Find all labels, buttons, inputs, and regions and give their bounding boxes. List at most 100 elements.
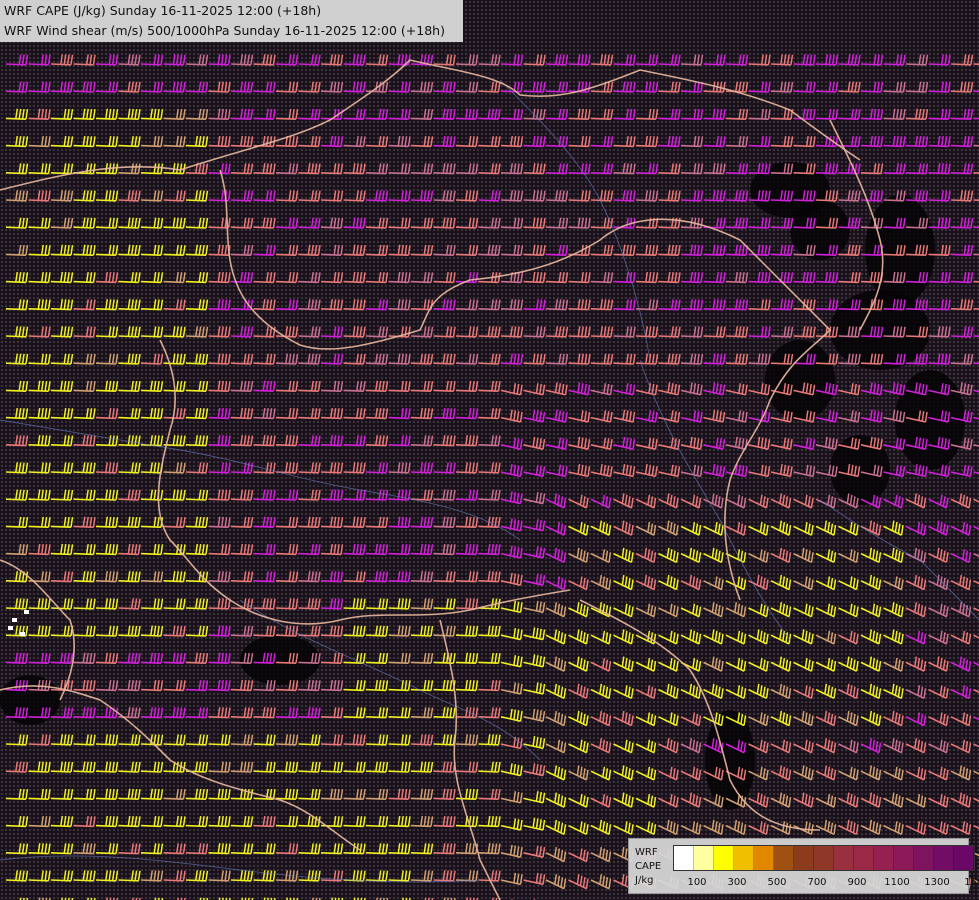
wind-barb	[343, 136, 366, 148]
wind-barb-feather	[63, 81, 67, 92]
wind-barb-feather	[966, 108, 970, 120]
wind-barb	[163, 598, 186, 610]
wind-barb-feather	[430, 245, 434, 256]
wind-barb-feather	[201, 462, 205, 473]
wind-barb-feather	[130, 81, 134, 92]
wind-barb	[253, 435, 276, 447]
wind-barb-feather	[430, 598, 434, 609]
wind-barb-feather	[272, 245, 276, 256]
wind-barb-feather	[627, 577, 631, 589]
wind-barb	[208, 407, 231, 420]
wind-barb-feather	[807, 550, 811, 561]
wind-barb-feather	[632, 466, 636, 477]
wind-barb-feather	[89, 163, 93, 174]
wind-barb-feather	[449, 598, 453, 609]
wind-barb-feather	[333, 326, 337, 337]
wind-barb-feather	[745, 299, 749, 310]
wind-barb-feather	[134, 516, 138, 528]
wind-barb-feather	[509, 491, 513, 502]
wind-barb-feather	[670, 437, 674, 448]
wind-barb-feather	[940, 136, 944, 147]
wind-barb-feather	[397, 489, 401, 500]
wind-barb-feather	[902, 466, 906, 477]
wind-barb	[748, 136, 771, 148]
wind-barb-feather	[205, 54, 209, 65]
wind-barb-feather	[201, 544, 205, 555]
wind-barb-feather	[420, 516, 424, 527]
wind-barb-feather	[869, 382, 873, 393]
wind-barb-feather	[243, 435, 247, 446]
wind-barb-feather	[336, 435, 340, 446]
wind-barb-feather	[385, 299, 389, 310]
wind-barb-feather	[265, 108, 269, 120]
wind-barb-feather	[585, 606, 589, 617]
wind-barb-feather	[854, 190, 858, 201]
wind-barb-feather	[385, 136, 389, 147]
wind-barb-feather	[137, 517, 141, 528]
wind-barb	[208, 489, 231, 501]
wind-barb-feather	[137, 435, 141, 446]
wind-barb-feather	[632, 136, 636, 147]
wind-barb-feather	[105, 108, 109, 119]
wind-barb-feather	[494, 462, 498, 473]
wind-barb	[613, 574, 634, 591]
wind-barb	[185, 516, 209, 528]
wind-barb-feather	[535, 244, 539, 256]
wind-barb-feather	[134, 489, 138, 500]
wind-barb-feather	[198, 108, 202, 120]
wind-barb-feather	[740, 550, 744, 561]
wind-barb	[298, 598, 321, 610]
wind-barb-feather	[782, 576, 786, 587]
low-cape-area	[705, 710, 755, 810]
wind-barb-feather	[542, 411, 546, 423]
wind-barb-feather	[629, 190, 633, 201]
wind-barb-feather	[622, 190, 626, 201]
wind-barb-feather	[583, 411, 587, 422]
wind-barb-feather	[400, 380, 404, 392]
wind-barb-feather	[741, 163, 745, 174]
wind-barb	[883, 81, 906, 93]
wind-barb	[73, 217, 96, 229]
wind-barb	[658, 244, 681, 256]
wind-barb-feather	[962, 522, 966, 533]
wind-barb-feather	[92, 598, 96, 609]
wind-barb-feather	[340, 571, 344, 582]
wind-barb-feather	[622, 81, 626, 92]
wind-barb	[703, 326, 726, 338]
wind-barb-feather	[359, 272, 363, 283]
wind-barb-feather	[804, 549, 808, 560]
wind-barb	[455, 217, 479, 229]
wind-barb	[163, 326, 186, 338]
wind-barb-feather	[85, 516, 89, 528]
wind-barb	[973, 335, 979, 338]
wind-barb-feather	[966, 411, 970, 422]
wind-barb-feather	[381, 299, 385, 310]
wind-barb-feather	[561, 217, 565, 228]
wind-barb-feather	[336, 544, 340, 555]
wind-barb-feather	[564, 439, 568, 450]
wind-barb	[298, 544, 321, 556]
wind-barb-feather	[182, 489, 186, 501]
wind-barb-feather	[291, 272, 295, 283]
wind-barb-feather	[944, 136, 948, 147]
wind-barb-feather	[557, 576, 561, 587]
wind-barb-feather	[378, 380, 382, 392]
wind-barb-feather	[272, 272, 276, 283]
wind-barb-feather	[156, 544, 160, 555]
wind-barb	[410, 489, 434, 501]
wind-barb-feather	[850, 136, 854, 147]
wind-barb	[568, 136, 591, 148]
wind-barb-feather	[670, 136, 674, 147]
wind-barb-feather	[445, 217, 449, 228]
wind-barb-feather	[156, 435, 160, 446]
wind-barb-feather	[70, 462, 74, 473]
wind-barb-feather	[554, 547, 558, 558]
wind-barb-feather	[92, 217, 96, 229]
wind-barb-feather	[359, 54, 363, 65]
wind-barb-feather	[227, 408, 231, 419]
wind-barb-feather	[925, 109, 929, 120]
wind-barb-feather	[153, 571, 157, 582]
wind-barb-feather	[947, 353, 951, 365]
wind-barb	[365, 163, 389, 175]
wind-barb-feather	[698, 552, 702, 563]
